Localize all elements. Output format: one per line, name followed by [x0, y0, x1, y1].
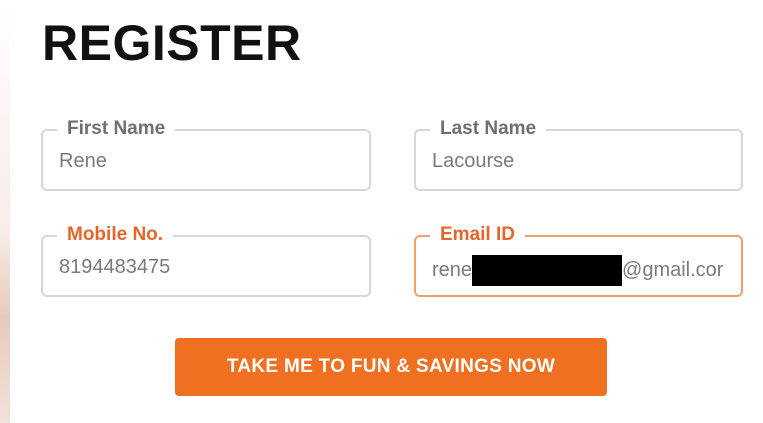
- page-title: REGISTER: [42, 15, 302, 71]
- email-value-prefix: rene: [432, 258, 473, 281]
- mobile-number-value[interactable]: 8194483475: [59, 255, 359, 279]
- page-edge-decoration: [0, 0, 10, 423]
- email-field[interactable]: Email ID rene @gmail.cor: [414, 223, 743, 297]
- mobile-number-field[interactable]: Mobile No. 8194483475: [41, 223, 371, 297]
- last-name-label: Last Name: [430, 117, 547, 141]
- last-name-value[interactable]: Lacourse: [432, 149, 731, 173]
- last-name-field[interactable]: Last Name Lacourse: [414, 117, 743, 191]
- email-value-suffix: @gmail.cor: [622, 258, 724, 281]
- redaction-block: [472, 255, 623, 286]
- first-name-value[interactable]: Rene: [59, 149, 359, 173]
- email-value[interactable]: rene @gmail.cor: [432, 255, 731, 286]
- email-label: Email ID: [430, 223, 525, 247]
- submit-button[interactable]: TAKE ME TO FUN & SAVINGS NOW: [175, 338, 607, 396]
- first-name-field[interactable]: First Name Rene: [41, 117, 371, 191]
- first-name-label: First Name: [57, 117, 176, 141]
- mobile-number-label: Mobile No.: [57, 223, 174, 247]
